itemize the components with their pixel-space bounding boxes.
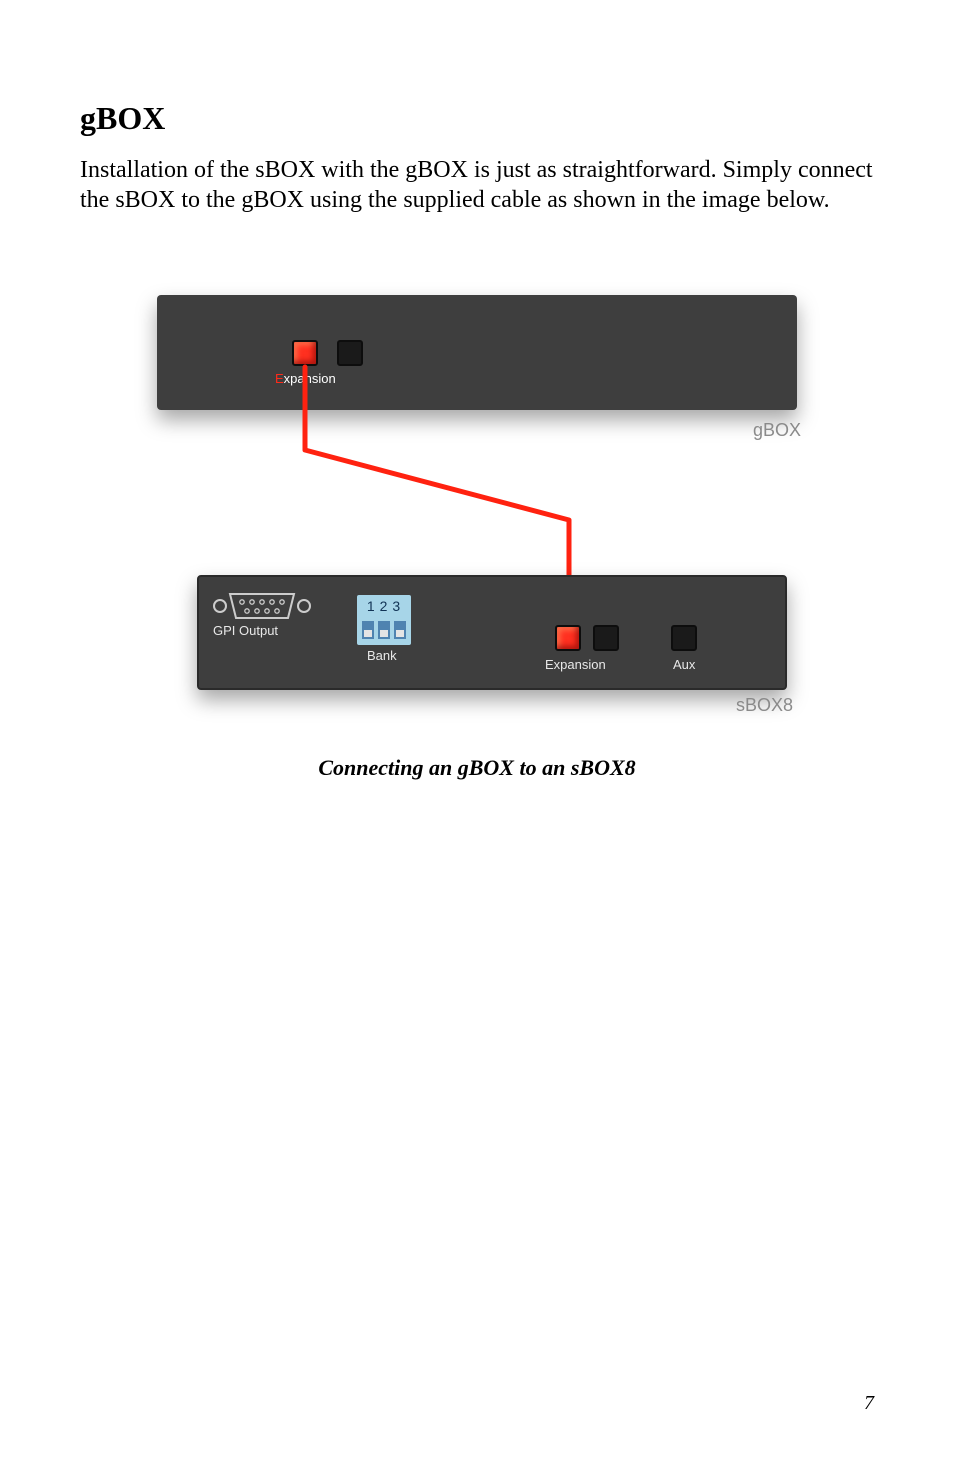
page-number: 7 xyxy=(864,1392,874,1415)
gpi-output-label: GPI Output xyxy=(213,623,278,638)
bank-numbers: 123 xyxy=(357,598,411,614)
gbox-label: gBOX xyxy=(753,420,801,441)
section-heading: gBOX xyxy=(80,100,874,137)
gbox-expansion-label-rest: xpansion xyxy=(284,371,336,386)
db9-connector-icon xyxy=(212,590,312,622)
gbox-expansion-label-e: E xyxy=(275,371,284,386)
sbox-expansion-label: Expansion xyxy=(545,657,606,672)
sbox-label: sBOX8 xyxy=(736,695,793,716)
bank-label: Bank xyxy=(367,648,397,663)
dip-1 xyxy=(362,621,374,639)
gbox-expansion-port-1 xyxy=(292,340,318,366)
aux-label: Aux xyxy=(673,657,695,672)
gbox-device xyxy=(157,295,797,410)
sbox-expansion-port-1 xyxy=(555,625,581,651)
sbox-aux-port xyxy=(671,625,697,651)
body-paragraph: Installation of the sBOX with the gBOX i… xyxy=(80,155,874,215)
diagram-container: Expansion gBOX GPI Output 123 xyxy=(80,295,874,725)
connection-diagram: Expansion gBOX GPI Output 123 xyxy=(157,295,797,725)
sbox-expansion-port-2 xyxy=(593,625,619,651)
dip-row xyxy=(357,621,411,639)
gbox-expansion-port-2 xyxy=(337,340,363,366)
gbox-expansion-label: Expansion xyxy=(275,371,336,386)
dip-3 xyxy=(394,621,406,639)
bank-dip-switch: 123 xyxy=(357,595,411,645)
figure-caption: Connecting an gBOX to an sBOX8 xyxy=(80,755,874,781)
dip-2 xyxy=(378,621,390,639)
